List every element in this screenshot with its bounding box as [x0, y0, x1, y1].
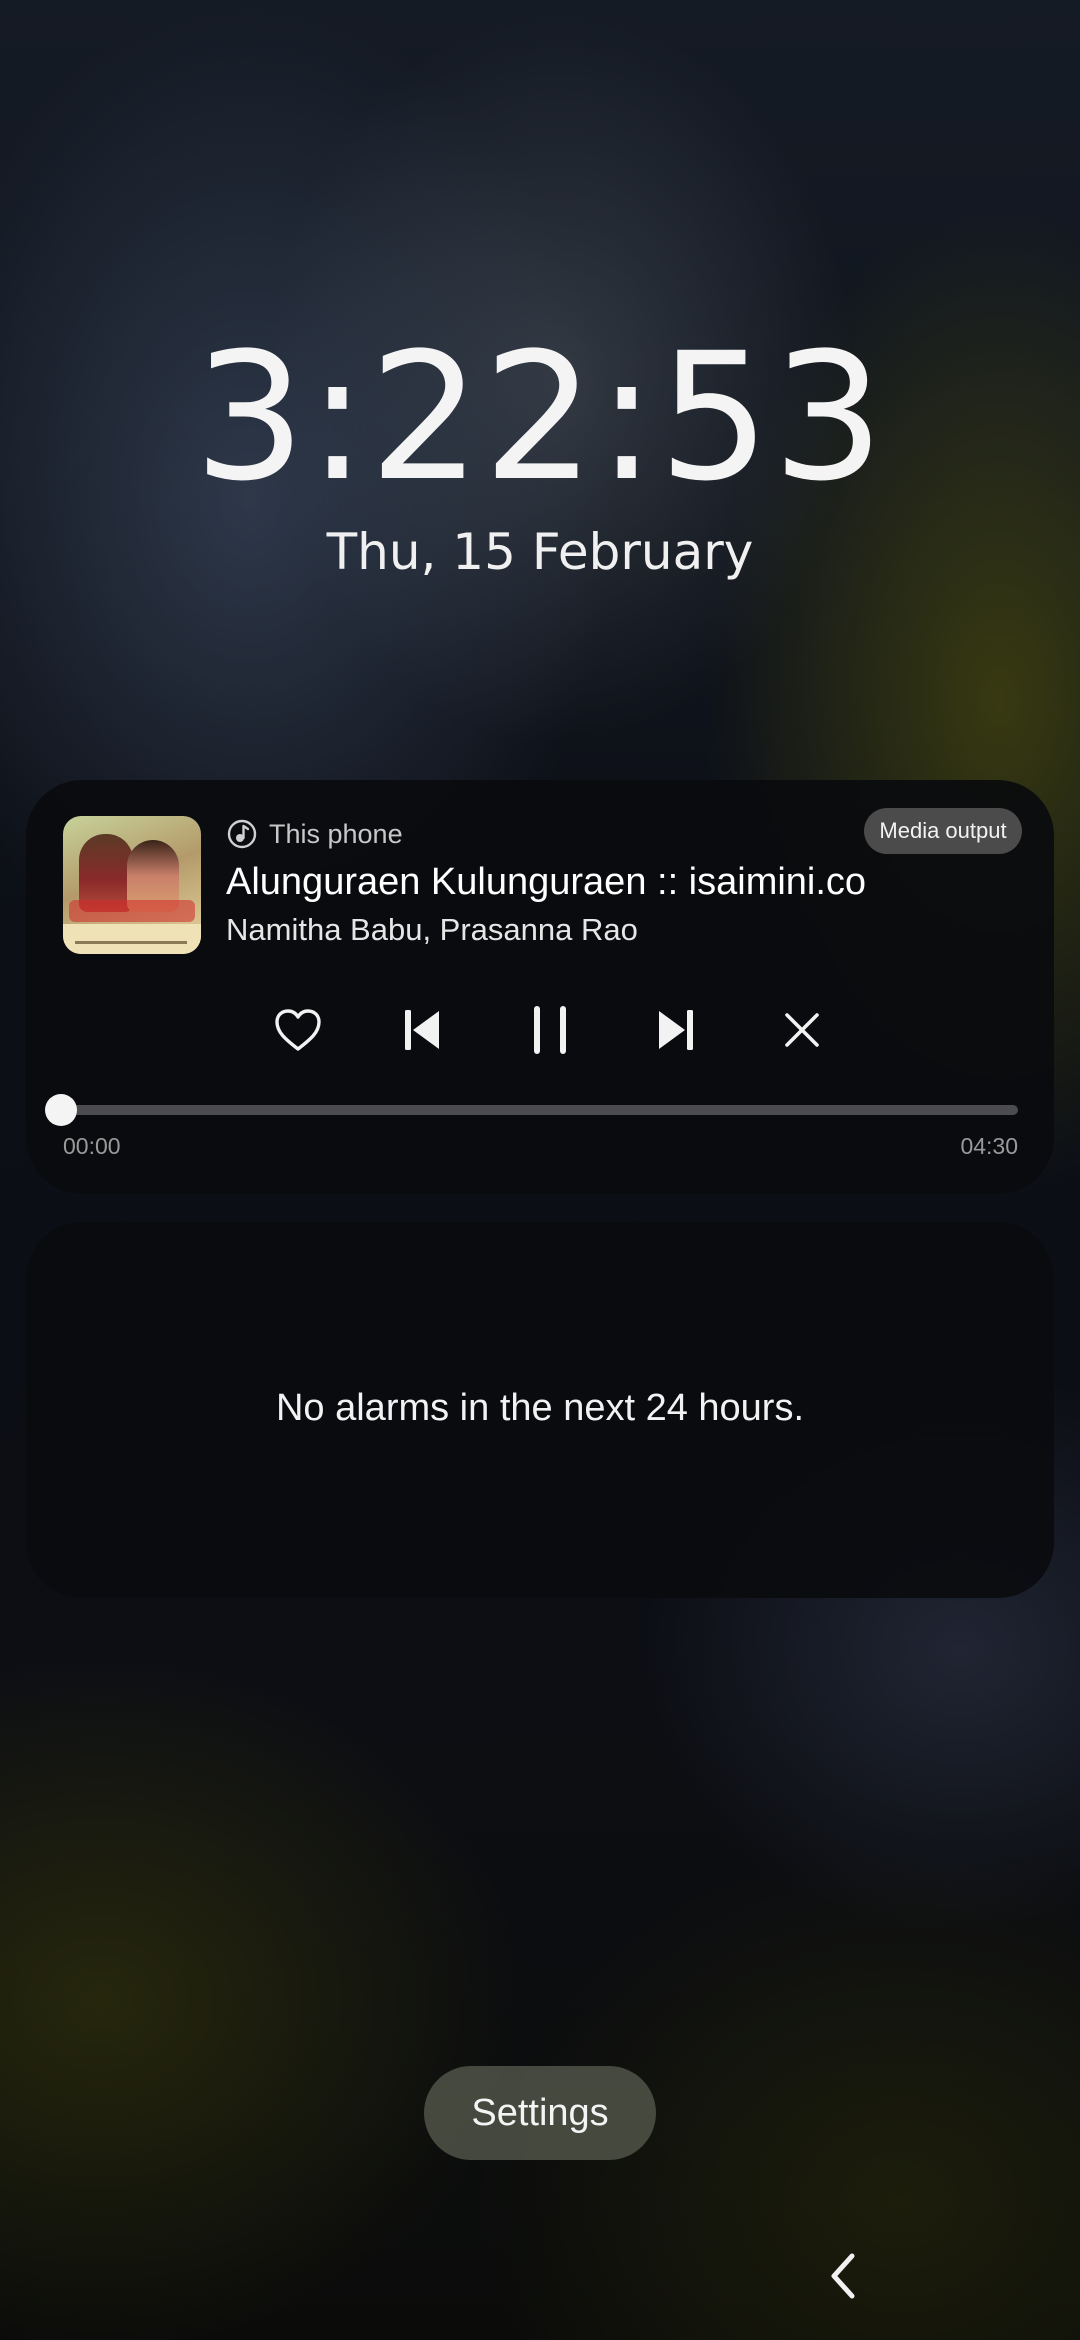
progress-bar[interactable]	[62, 1105, 1018, 1115]
progress-thumb[interactable]	[45, 1094, 77, 1126]
track-artist: Namitha Babu, Prasanna Rao	[226, 912, 638, 947]
lockscreen-clock: 3:22:53	[193, 315, 887, 520]
album-art-footer-strip	[63, 924, 201, 954]
album-art-credit-line	[75, 941, 187, 944]
music-note-icon	[226, 818, 258, 850]
total-duration: 04:30	[960, 1133, 1018, 1159]
back-chevron-icon[interactable]	[814, 2246, 874, 2306]
track-title: Alunguraen Kulunguraen :: isaimini.co	[226, 861, 867, 903]
heart-icon[interactable]	[266, 998, 330, 1062]
skip-previous-icon[interactable]	[390, 998, 454, 1062]
album-art[interactable]	[63, 816, 201, 954]
elapsed-time: 00:00	[63, 1133, 121, 1159]
lockscreen-date: Thu, 15 February	[326, 523, 754, 581]
media-player-card[interactable]: This phone Media output Alunguraen Kulun…	[26, 780, 1054, 1194]
settings-button[interactable]: Settings	[424, 2066, 656, 2160]
album-art-title-strip	[69, 900, 195, 922]
no-alarms-message: No alarms in the next 24 hours.	[275, 1387, 805, 1429]
media-source-label: This phone	[269, 819, 403, 849]
skip-next-icon[interactable]	[644, 998, 708, 1062]
media-output-button[interactable]: Media output	[864, 808, 1022, 854]
alarm-card[interactable]: No alarms in the next 24 hours.	[26, 1222, 1054, 1598]
close-icon[interactable]	[770, 998, 834, 1062]
pause-icon[interactable]	[518, 998, 582, 1062]
